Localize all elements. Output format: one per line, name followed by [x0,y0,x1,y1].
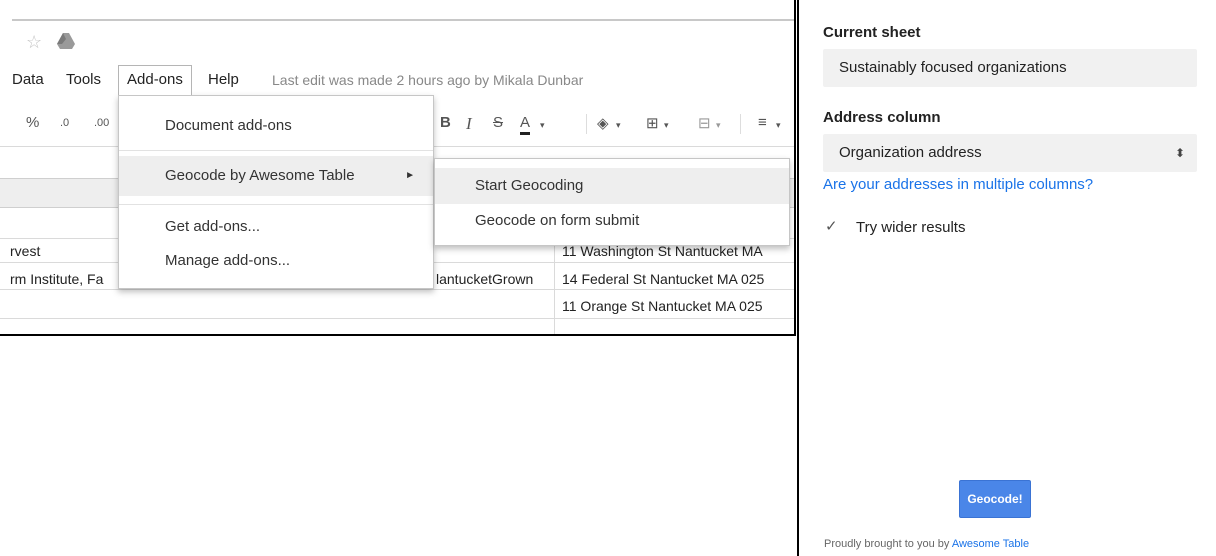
menu-tools[interactable]: Tools [58,66,109,94]
borders-dropdown-icon[interactable]: ▾ [664,120,669,131]
fill-color-icon[interactable]: ◈ [597,114,609,132]
italic-button[interactable]: I [466,114,472,134]
menu-item-geocode-on-form-submit[interactable]: Geocode on form submit [435,203,789,239]
decrease-decimals-button[interactable]: .0 [60,117,69,129]
menu-data[interactable]: Data [4,66,52,94]
toolbar-divider [740,114,741,134]
geocode-sidebar: Current sheet Sustainably focused organi… [797,0,1216,556]
menu-separator [119,204,433,205]
current-sheet-label: Current sheet [823,24,921,41]
multiple-columns-link[interactable]: Are your addresses in multiple columns? [823,176,1093,193]
align-left-icon[interactable]: ≡ [758,114,767,131]
menu-item-start-geocoding[interactable]: Start Geocoding [435,168,789,204]
grid-row-border [0,289,794,290]
try-wider-results-label: Try wider results [856,219,966,236]
geocode-button[interactable]: Geocode! [959,480,1031,518]
menu-help[interactable]: Help [200,66,247,94]
try-wider-results-checkbox[interactable]: ✓ [825,219,841,235]
footer: Proudly brought to you by Awesome Table [824,538,1029,550]
grid-cell[interactable]: 11 Orange St Nantucket MA 025 [562,298,763,314]
submenu-arrow-icon: ► [405,170,415,181]
grid-cell[interactable]: rm Institute, Fa [10,271,103,287]
menu-item-manage-add-ons[interactable]: Manage add-ons... [119,246,433,276]
menu-bar: Data Tools Add-ons Help Last edit was ma… [0,65,794,95]
awesome-table-link[interactable]: Awesome Table [952,538,1029,550]
menu-separator [119,150,433,151]
address-column-select[interactable]: Organization address ⬍ [823,134,1197,172]
spreadsheet-window: ☆ Data Tools Add-ons Help Last edit was … [0,0,796,336]
address-column-label: Address column [823,109,941,126]
address-column-value: Organization address [839,144,982,161]
align-dropdown-icon[interactable]: ▾ [776,120,781,131]
menu-item-document-add-ons[interactable]: Document add-ons [119,111,433,141]
merge-cells-icon[interactable]: ⊟ [698,114,711,132]
borders-icon[interactable]: ⊞ [646,114,659,132]
format-percent-button[interactable]: % [26,114,39,131]
grid-cell[interactable]: rvest [10,243,40,259]
text-color-dropdown-icon[interactable]: ▾ [540,120,545,131]
grid-column-border [554,238,555,334]
footer-text: Proudly brought to you by [824,538,950,550]
move-to-folder-icon[interactable] [56,32,76,50]
menu-item-geocode-by-awesome-table[interactable]: Geocode by Awesome Table ► [119,156,433,196]
menu-item-label: Geocode by Awesome Table [165,167,355,184]
star-icon[interactable]: ☆ [26,32,42,53]
increase-decimals-button[interactable]: .00 [94,117,109,129]
grid-cell[interactable]: lantucketGrown [436,271,533,287]
text-color-button[interactable]: A [520,114,531,135]
toolbar-divider [586,114,587,134]
strikethrough-button[interactable]: S [493,114,503,131]
grid-row-border [0,318,794,319]
grid-cell[interactable]: 14 Federal St Nantucket MA 025 [562,271,764,287]
last-edit-text[interactable]: Last edit was made 2 hours ago by Mikala… [272,66,583,94]
geocode-submenu: Start Geocoding Geocode on form submit [434,158,790,246]
current-sheet-field[interactable]: Sustainably focused organizations [823,49,1197,87]
fill-color-dropdown-icon[interactable]: ▾ [616,120,621,131]
add-ons-menu: Document add-ons Geocode by Awesome Tabl… [118,95,434,289]
merge-dropdown-icon[interactable]: ▾ [716,120,721,131]
menu-item-get-add-ons[interactable]: Get add-ons... [119,212,433,242]
title-divider [12,19,794,21]
menu-add-ons[interactable]: Add-ons [118,65,192,95]
bold-button[interactable]: B [440,114,451,131]
select-arrows-icon: ⬍ [1174,146,1185,160]
